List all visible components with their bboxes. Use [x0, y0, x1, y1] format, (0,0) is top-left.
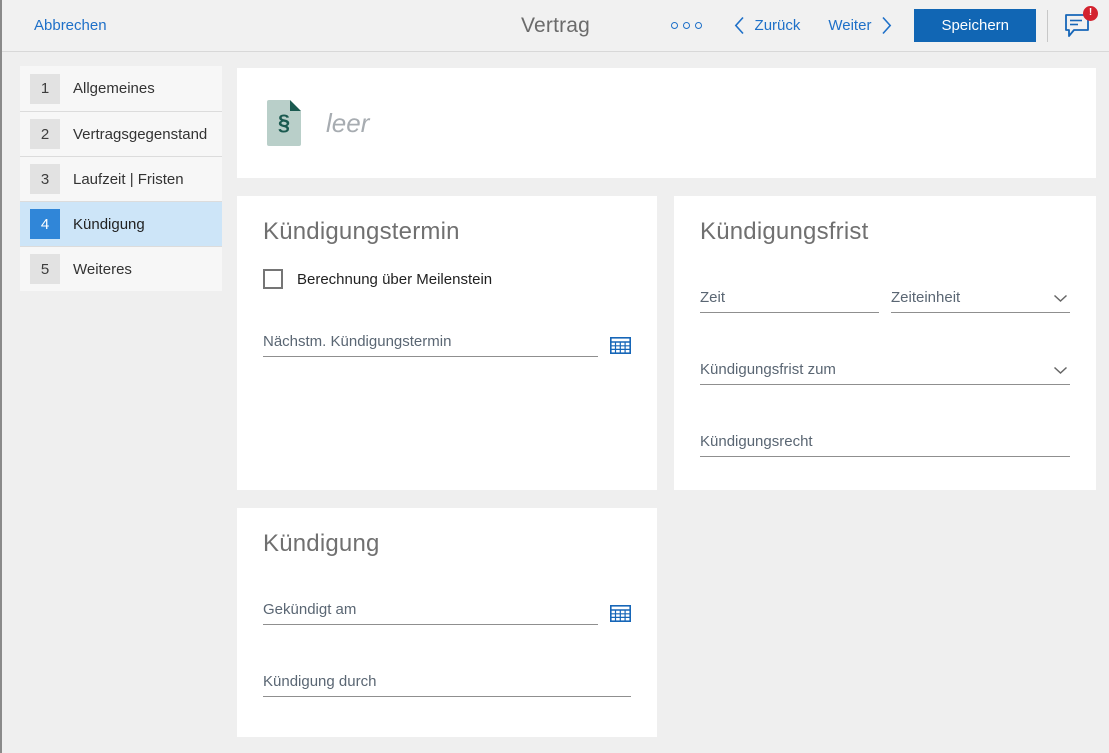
notification-badge: !: [1083, 6, 1098, 21]
kuendigungstermin-card: Kündigungstermin Berechnung über Meilens…: [237, 196, 657, 490]
next-label: Weiter: [828, 17, 871, 34]
step-number: 1: [30, 74, 60, 104]
app-window: Abbrechen Vertrag Zurück Weiter Speic: [0, 0, 1109, 753]
kuendigung-durch-input[interactable]: [263, 670, 631, 696]
kuendigungsrecht-input[interactable]: [700, 430, 1070, 456]
step-label: Vertragsgegenstand: [73, 126, 207, 143]
gekuendigt-am-input[interactable]: [263, 598, 598, 624]
sidebar-item-laufzeit-fristen[interactable]: 3 Laufzeit | Fristen: [20, 156, 222, 201]
back-label: Zurück: [755, 17, 801, 34]
step-label: Weiteres: [73, 261, 132, 278]
chevron-down-icon[interactable]: [1053, 294, 1068, 303]
gekuendigt-am-field: [263, 598, 631, 625]
berechnung-meilenstein-checkbox-row[interactable]: Berechnung über Meilenstein: [263, 267, 631, 289]
more-options-icon: [671, 22, 678, 29]
card-title: Kündigung: [263, 530, 631, 558]
chevron-right-icon: [881, 16, 892, 35]
step-number: 3: [30, 164, 60, 194]
back-button[interactable]: Zurück: [734, 16, 801, 35]
step-label: Kündigung: [73, 216, 145, 233]
topbar-divider: [1047, 10, 1048, 42]
zeit-input[interactable]: [700, 286, 879, 312]
step-number: 5: [30, 254, 60, 284]
calendar-icon[interactable]: [610, 337, 631, 354]
next-button[interactable]: Weiter: [828, 16, 892, 35]
topbar-actions: Zurück Weiter Speichern !: [665, 9, 1109, 42]
chevron-down-icon[interactable]: [1053, 366, 1068, 375]
kuendigungsrecht-field: [700, 430, 1070, 457]
more-options-icon: [683, 22, 690, 29]
kuendigungsfrist-card: Kündigungsfrist: [674, 196, 1096, 490]
more-options-button[interactable]: [665, 16, 708, 35]
record-title-empty: leer: [326, 108, 369, 139]
card-title: Kündigungsfrist: [700, 218, 1070, 246]
kuendigungsfrist-zum-field: [700, 358, 1070, 385]
checkbox-label: Berechnung über Meilenstein: [297, 271, 492, 288]
kuendigung-card: Kündigung: [237, 508, 657, 737]
step-number: 4: [30, 209, 60, 239]
chevron-left-icon: [734, 16, 745, 35]
page-title: Vertrag: [521, 14, 590, 38]
calendar-icon[interactable]: [610, 605, 631, 622]
record-header-card: § leer: [237, 68, 1096, 178]
zeiteinheit-select[interactable]: [891, 286, 1070, 312]
sidebar-item-kuendigung[interactable]: 4 Kündigung: [20, 201, 222, 246]
paragraph-document-icon: §: [267, 100, 301, 146]
checkbox-unchecked[interactable]: [263, 269, 283, 289]
zeit-row: [700, 286, 1070, 313]
cancel-button[interactable]: Abbrechen: [34, 17, 107, 34]
sidebar-item-weiteres[interactable]: 5 Weiteres: [20, 246, 222, 291]
sidebar-item-vertragsgegenstand[interactable]: 2 Vertragsgegenstand: [20, 111, 222, 156]
naechstm-kuendigungstermin-field: [263, 330, 631, 357]
sidebar-item-allgemeines[interactable]: 1 Allgemeines: [20, 66, 222, 111]
save-button[interactable]: Speichern: [914, 9, 1036, 42]
topbar: Abbrechen Vertrag Zurück Weiter Speic: [2, 0, 1109, 52]
more-options-icon: [695, 22, 702, 29]
step-label: Laufzeit | Fristen: [73, 171, 184, 188]
step-sidebar: 1 Allgemeines 2 Vertragsgegenstand 3 Lau…: [20, 66, 222, 291]
naechstm-kuendigungstermin-input[interactable]: [263, 330, 598, 356]
kuendigung-durch-field: [263, 670, 631, 697]
kuendigungsfrist-zum-select[interactable]: [700, 358, 1070, 384]
step-number: 2: [30, 119, 60, 149]
comments-button[interactable]: !: [1061, 11, 1093, 41]
step-label: Allgemeines: [73, 80, 155, 97]
card-title: Kündigungstermin: [263, 218, 631, 246]
